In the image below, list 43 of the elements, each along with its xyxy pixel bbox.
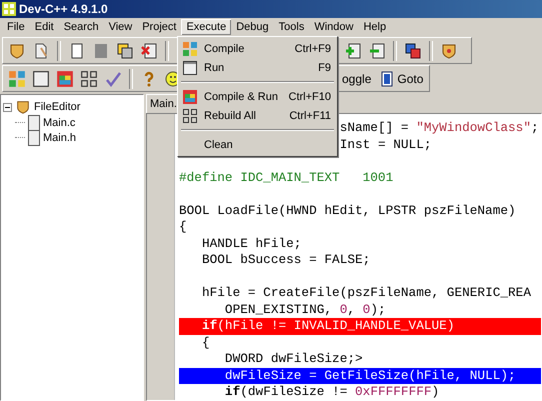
code-line: #define IDC_MAIN_TEXT 1001 [179, 170, 394, 184]
menu-option[interactable]: Clean [180, 135, 335, 154]
menu-item[interactable]: Execute [181, 19, 232, 35]
collapse-icon[interactable] [3, 102, 12, 112]
code-line: BOOL LoadFile(HWND hEdit, LPSTR pszFileName) [179, 202, 516, 218]
menu-item[interactable]: Help [358, 19, 392, 35]
code-line: sName[] = "MyWindowClass"; [340, 120, 539, 135]
tree-item[interactable]: Main.h [43, 132, 76, 144]
menu-item[interactable]: Window [309, 19, 358, 35]
menu-item[interactable]: Tools [274, 19, 310, 35]
menu-item[interactable]: Edit [30, 19, 59, 35]
code-line: BOOL bSuccess = FALSE; [202, 252, 370, 267]
code-line: { [202, 334, 210, 350]
file-icon [28, 114, 40, 130]
menu-option[interactable]: Rebuild All Ctrl+F11 [180, 106, 335, 125]
menu-option[interactable]: Compile Ctrl+F9 [180, 39, 335, 58]
window-icon [182, 60, 198, 76]
color-window-icon [182, 88, 198, 104]
file-icon [28, 130, 40, 146]
bookmark-icon [381, 70, 394, 86]
code-line: Inst = NULL; [340, 136, 432, 152]
menu-item[interactable]: Search [58, 19, 104, 35]
grid-icon [182, 40, 198, 56]
code-line: HANDLE hFile; [202, 236, 302, 250]
code-line: { [179, 219, 187, 234]
squares-icon [182, 108, 198, 124]
menu-option[interactable]: Compile & Run Ctrl+F10 [180, 87, 335, 106]
code-line: DWORD dwFileSize;> [224, 351, 363, 366]
app-icon [2, 2, 16, 16]
window-title: Dev-C++ 4.9.1.0 [19, 2, 108, 16]
menu-option[interactable]: Run F9 [180, 58, 335, 77]
code-line: hFile = CreateFile(pszFileName, GENERIC_REA [202, 285, 531, 300]
tree-item[interactable]: FileEditor [34, 101, 80, 113]
project-icon [15, 99, 31, 115]
menu-item[interactable]: File [2, 19, 30, 35]
tree-item[interactable]: Main.c [43, 116, 76, 128]
menu-item[interactable]: Debug [231, 19, 274, 35]
menu-item[interactable]: View [104, 19, 138, 35]
code-line: if(dwFileSize != 0xFFFFFFFF) [224, 384, 440, 399]
menu-item[interactable]: Project [137, 19, 182, 35]
toolbar-button[interactable]: oggle [338, 70, 376, 88]
code-line: OPEN_EXISTING, 0, 0); [224, 302, 386, 316]
toolbar-button[interactable]: Goto [377, 68, 428, 88]
